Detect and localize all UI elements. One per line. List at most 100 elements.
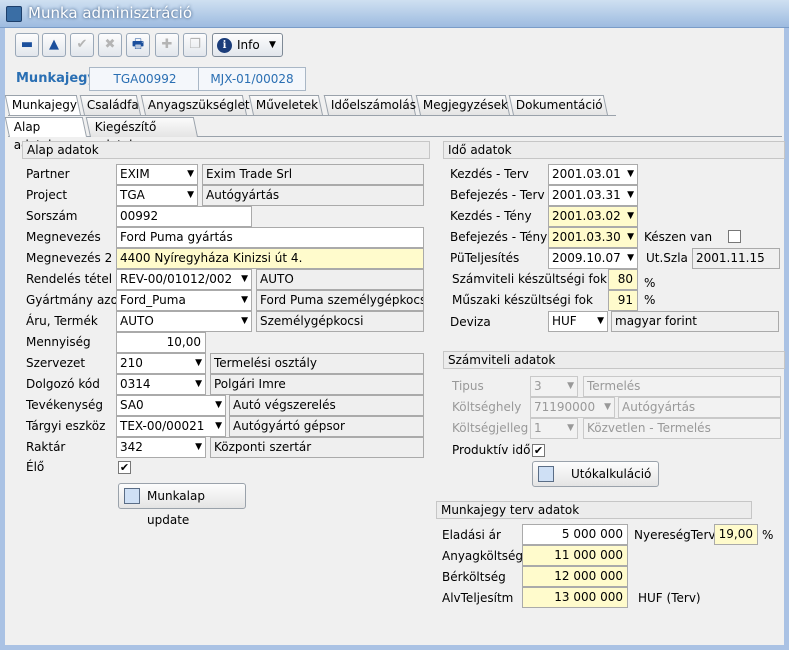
ido-section-header: Idő adatok: [443, 141, 785, 159]
chevron-down-icon: ▼: [241, 316, 248, 326]
utszla-label: Ut.Szla: [646, 251, 688, 265]
up-button[interactable]: ▲: [42, 33, 66, 57]
partner-label: Partner: [26, 167, 70, 181]
minus-button[interactable]: ▬: [15, 33, 39, 57]
megnevezes-label: Megnevezés: [26, 230, 101, 244]
chevron-down-icon: ▼: [215, 400, 222, 410]
dolgozo-select[interactable]: 0314 ▼: [116, 374, 206, 395]
aru-label: Áru, Termék: [26, 314, 98, 328]
checkmark-icon: ✔: [76, 37, 88, 52]
info-label: Info: [237, 38, 260, 52]
tab-muveletek[interactable]: Műveletek: [248, 95, 323, 115]
targyi-select[interactable]: TEX-00/00021 ▼: [116, 416, 226, 437]
partner-select[interactable]: EXIM ▼: [116, 164, 198, 185]
targyi-description: Autógyártó gépsor: [229, 416, 424, 437]
window-title: Munka adminisztráció: [28, 4, 193, 22]
print-button[interactable]: 🖶: [126, 33, 150, 57]
sorszam-field[interactable]: 00992: [116, 206, 252, 227]
info-dropdown-button[interactable]: i Info ▼: [212, 33, 283, 57]
print-icon: 🖶: [131, 37, 145, 52]
putelj-date[interactable]: 2009.10.07 ▼: [548, 248, 638, 269]
megnevezes2-field[interactable]: 4400 Nyíregyháza Kinizsi út 4.: [116, 248, 424, 269]
tevekenyseg-select[interactable]: SA0 ▼: [116, 395, 226, 416]
tipus-label: Tipus: [452, 379, 484, 393]
utokalkulacio-button[interactable]: Utókalkuláció: [532, 461, 659, 487]
aru-select[interactable]: AUTO ▼: [116, 311, 252, 332]
gyartmany-select[interactable]: Ford_Puma ▼: [116, 290, 252, 311]
confirm-button[interactable]: ✔: [70, 33, 94, 57]
koltsegjelleg-select[interactable]: 1 ▼: [530, 418, 578, 439]
alv-label: AlvTeljesítm: [442, 591, 514, 605]
szamviteli-section-header: Számviteli adatok: [443, 351, 785, 369]
befejezes-teny-date[interactable]: 2001.03.30 ▼: [548, 227, 638, 248]
koltsegjelleg-label: Költségjelleg: [452, 421, 529, 435]
megnevezes2-label: Megnevezés 2: [26, 251, 113, 265]
koltseghely-select[interactable]: 71190000 ▼: [530, 397, 615, 418]
kezdes-terv-label: Kezdés - Terv: [450, 167, 529, 181]
add-icon: ✚: [161, 37, 173, 52]
chevron-down-icon: ▼: [627, 232, 634, 242]
alv-field[interactable]: 13 000 000: [522, 587, 628, 608]
cancel-icon: ✖: [104, 37, 116, 52]
chevron-down-icon: ▼: [627, 211, 634, 221]
tevekenyseg-label: Tevékenység: [26, 398, 104, 412]
tab-munkajegy[interactable]: Munkajegy: [4, 95, 81, 115]
cancel-button[interactable]: ✖: [98, 33, 122, 57]
tab-dokumentacio[interactable]: Dokumentáció: [508, 95, 608, 115]
tab-megjegyzesek[interactable]: Megjegyzések: [415, 95, 510, 115]
copy-button[interactable]: ❐: [183, 33, 207, 57]
megnevezes-field[interactable]: Ford Puma gyártás: [116, 227, 424, 248]
deviza-select[interactable]: HUF ▼: [548, 311, 608, 332]
gyartmany-label: Gyártmány azon: [26, 293, 126, 307]
tab-csaladfa[interactable]: Családfa: [79, 95, 141, 115]
aru-description: Személygépkocsi: [256, 311, 424, 332]
tipus-select[interactable]: 3 ▼: [530, 376, 578, 397]
terv-section-header: Munkajegy terv adatok: [436, 501, 752, 519]
chevron-down-icon: ▼: [567, 423, 574, 433]
munkalap-update-button[interactable]: Munkalap update: [118, 483, 246, 527]
raktar-select[interactable]: 342 ▼: [116, 437, 206, 458]
chevron-down-icon: ▼: [187, 169, 194, 179]
raktar-label: Raktár: [26, 440, 66, 454]
mennyiseg-field[interactable]: 10,00: [116, 332, 206, 353]
tab-anyagszukseglet[interactable]: Anyagszükséglet: [140, 95, 250, 115]
gyartmany-description: Ford Puma személygépkocsi: [256, 290, 424, 311]
deviza-description: magyar forint: [611, 311, 779, 332]
kesz-label: Készen van: [644, 230, 713, 244]
kezdes-terv-date[interactable]: 2001.03.01 ▼: [548, 164, 638, 185]
tipus-description: Termelés: [583, 376, 781, 397]
chevron-down-icon: ▼: [627, 253, 634, 263]
eladasi-field[interactable]: 5 000 000: [522, 524, 628, 545]
record-type-label: Munkajegy: [16, 71, 96, 86]
chevron-down-icon: ▼: [269, 40, 276, 50]
elo-checkbox[interactable]: ✔: [118, 461, 131, 474]
ber-field[interactable]: 12 000 000: [522, 566, 628, 587]
szamviteli-fok-field[interactable]: 80: [608, 269, 638, 290]
utszla-field: 2001.11.15: [692, 248, 780, 269]
sorszam-label: Sorszám: [26, 209, 78, 223]
kezdes-teny-date[interactable]: 2001.03.02 ▼: [548, 206, 638, 227]
chevron-down-icon: ▼: [241, 295, 248, 305]
minus-icon: ▬: [20, 37, 34, 52]
anyag-field[interactable]: 11 000 000: [522, 545, 628, 566]
nyereseg-field[interactable]: 19,00: [714, 524, 758, 545]
produktiv-checkbox[interactable]: ✔: [532, 444, 545, 457]
mennyiseg-label: Mennyiség: [26, 335, 91, 349]
kesz-checkbox[interactable]: [728, 230, 741, 243]
befejezes-terv-date[interactable]: 2001.03.31 ▼: [548, 185, 638, 206]
tab-idoelszamolas[interactable]: Időelszámolás: [323, 95, 416, 115]
muszaki-fok-field[interactable]: 91: [608, 290, 638, 311]
nyereseg-label: NyereségTerv: [634, 528, 716, 542]
chevron-down-icon: ▼: [241, 274, 248, 284]
partner-description: Exim Trade Srl: [202, 164, 424, 185]
chevron-down-icon: ▼: [627, 190, 634, 200]
szervezet-description: Termelési osztály: [210, 353, 424, 374]
subtab-alap-adatok[interactable]: Alap adatok: [4, 117, 87, 152]
elo-label: Élő: [26, 460, 45, 474]
add-button[interactable]: ✚: [155, 33, 179, 57]
subtab-kiegeszito-adatok[interactable]: Kiegészítő adatok: [85, 117, 198, 152]
project-select[interactable]: TGA ▼: [116, 185, 198, 206]
rendeles-select[interactable]: REV-00/01012/002 ▼: [116, 269, 252, 290]
szervezet-select[interactable]: 210 ▼: [116, 353, 206, 374]
putelj-label: PüTeljesítés: [450, 251, 520, 265]
